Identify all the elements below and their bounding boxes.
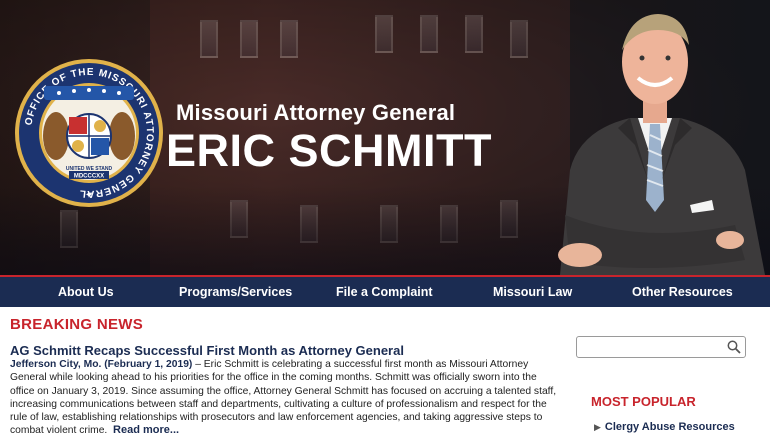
attorney-general-seal: OFFICE OF THE MISSOURI ATTORNEY GENERAL …	[15, 59, 163, 207]
header-banner: OFFICE OF THE MISSOURI ATTORNEY GENERAL …	[0, 0, 770, 275]
header-subtitle: Missouri Attorney General	[176, 100, 456, 125]
search-box	[576, 336, 746, 358]
news-dateline: Jefferson City, Mo. (February 1, 2019)	[10, 359, 193, 370]
header-name: ERIC SCHMITT	[166, 125, 492, 176]
nav-file-a-complaint[interactable]: File a Complaint	[336, 285, 433, 299]
search-icon[interactable]	[727, 340, 741, 354]
nav-missouri-law[interactable]: Missouri Law	[493, 285, 572, 299]
svg-text:✦: ✦	[85, 190, 93, 201]
nav-programs-services[interactable]: Programs/Services	[179, 285, 292, 299]
main-nav: About Us Programs/Services File a Compla…	[0, 275, 770, 307]
read-more-link[interactable]: Read more...	[113, 424, 179, 436]
search-input[interactable]	[577, 337, 722, 357]
most-popular-heading: MOST POPULAR	[591, 394, 696, 409]
attorney-general-portrait	[558, 14, 765, 275]
triangle-right-icon: ▶	[594, 422, 601, 432]
popular-item-label: Clergy Abuse Resources	[604, 421, 735, 433]
popular-item-clergy-abuse[interactable]: ▶ Clergy Abuse Resources	[594, 421, 735, 433]
nav-about-us[interactable]: About Us	[58, 285, 114, 299]
news-body: Jefferson City, Mo. (February 1, 2019) –…	[10, 358, 560, 438]
news-body-text: – Eric Schmitt is celebrating a successf…	[10, 359, 557, 437]
svg-text:MDCCCXX: MDCCCXX	[74, 174, 104, 180]
breaking-news-heading: BREAKING NEWS	[10, 316, 144, 333]
nav-other-resources[interactable]: Other Resources	[632, 285, 733, 299]
news-headline[interactable]: AG Schmitt Recaps Successful First Month…	[10, 343, 404, 358]
